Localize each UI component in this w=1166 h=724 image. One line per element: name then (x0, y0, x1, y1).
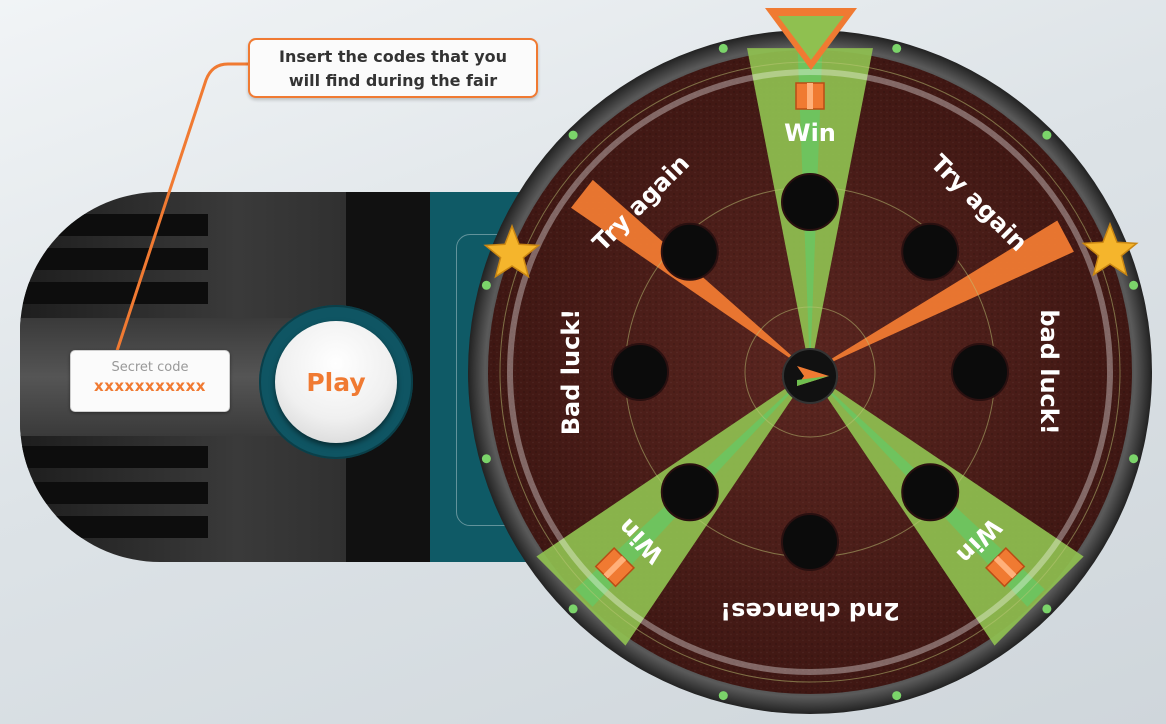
gift-icon (795, 82, 825, 110)
rim-light (481, 454, 491, 464)
segment-label: bad luck! (1035, 309, 1063, 434)
rim-light (568, 604, 578, 614)
rim-light (718, 43, 728, 53)
rim-light (1042, 604, 1052, 614)
rim-light (481, 280, 491, 290)
segment-label: 2nd chances! (720, 597, 900, 625)
wheel-peg-hole (951, 343, 1009, 401)
rim-light (568, 130, 578, 140)
wheel-peg-hole (781, 173, 839, 231)
wheel-peg-hole (660, 463, 719, 522)
wheel-peg-hole (901, 222, 960, 281)
segment-label: Win (784, 119, 836, 147)
rim-light (718, 691, 728, 701)
wheel-peg-hole (781, 513, 839, 571)
wheel-peg-hole (901, 463, 960, 522)
segment-label: Bad luck! (557, 309, 585, 435)
wheel-peg-hole (611, 343, 669, 401)
prize-wheel[interactable]: WinTry againbad luck!Win2nd chances!WinB… (0, 0, 1166, 724)
gift-ribbon (807, 83, 813, 109)
wheel-peg-hole (660, 222, 719, 281)
rim-light (892, 691, 902, 701)
rim-light (1129, 280, 1139, 290)
rim-light (1042, 130, 1052, 140)
rim-light (1129, 454, 1139, 464)
rim-light (892, 43, 902, 53)
